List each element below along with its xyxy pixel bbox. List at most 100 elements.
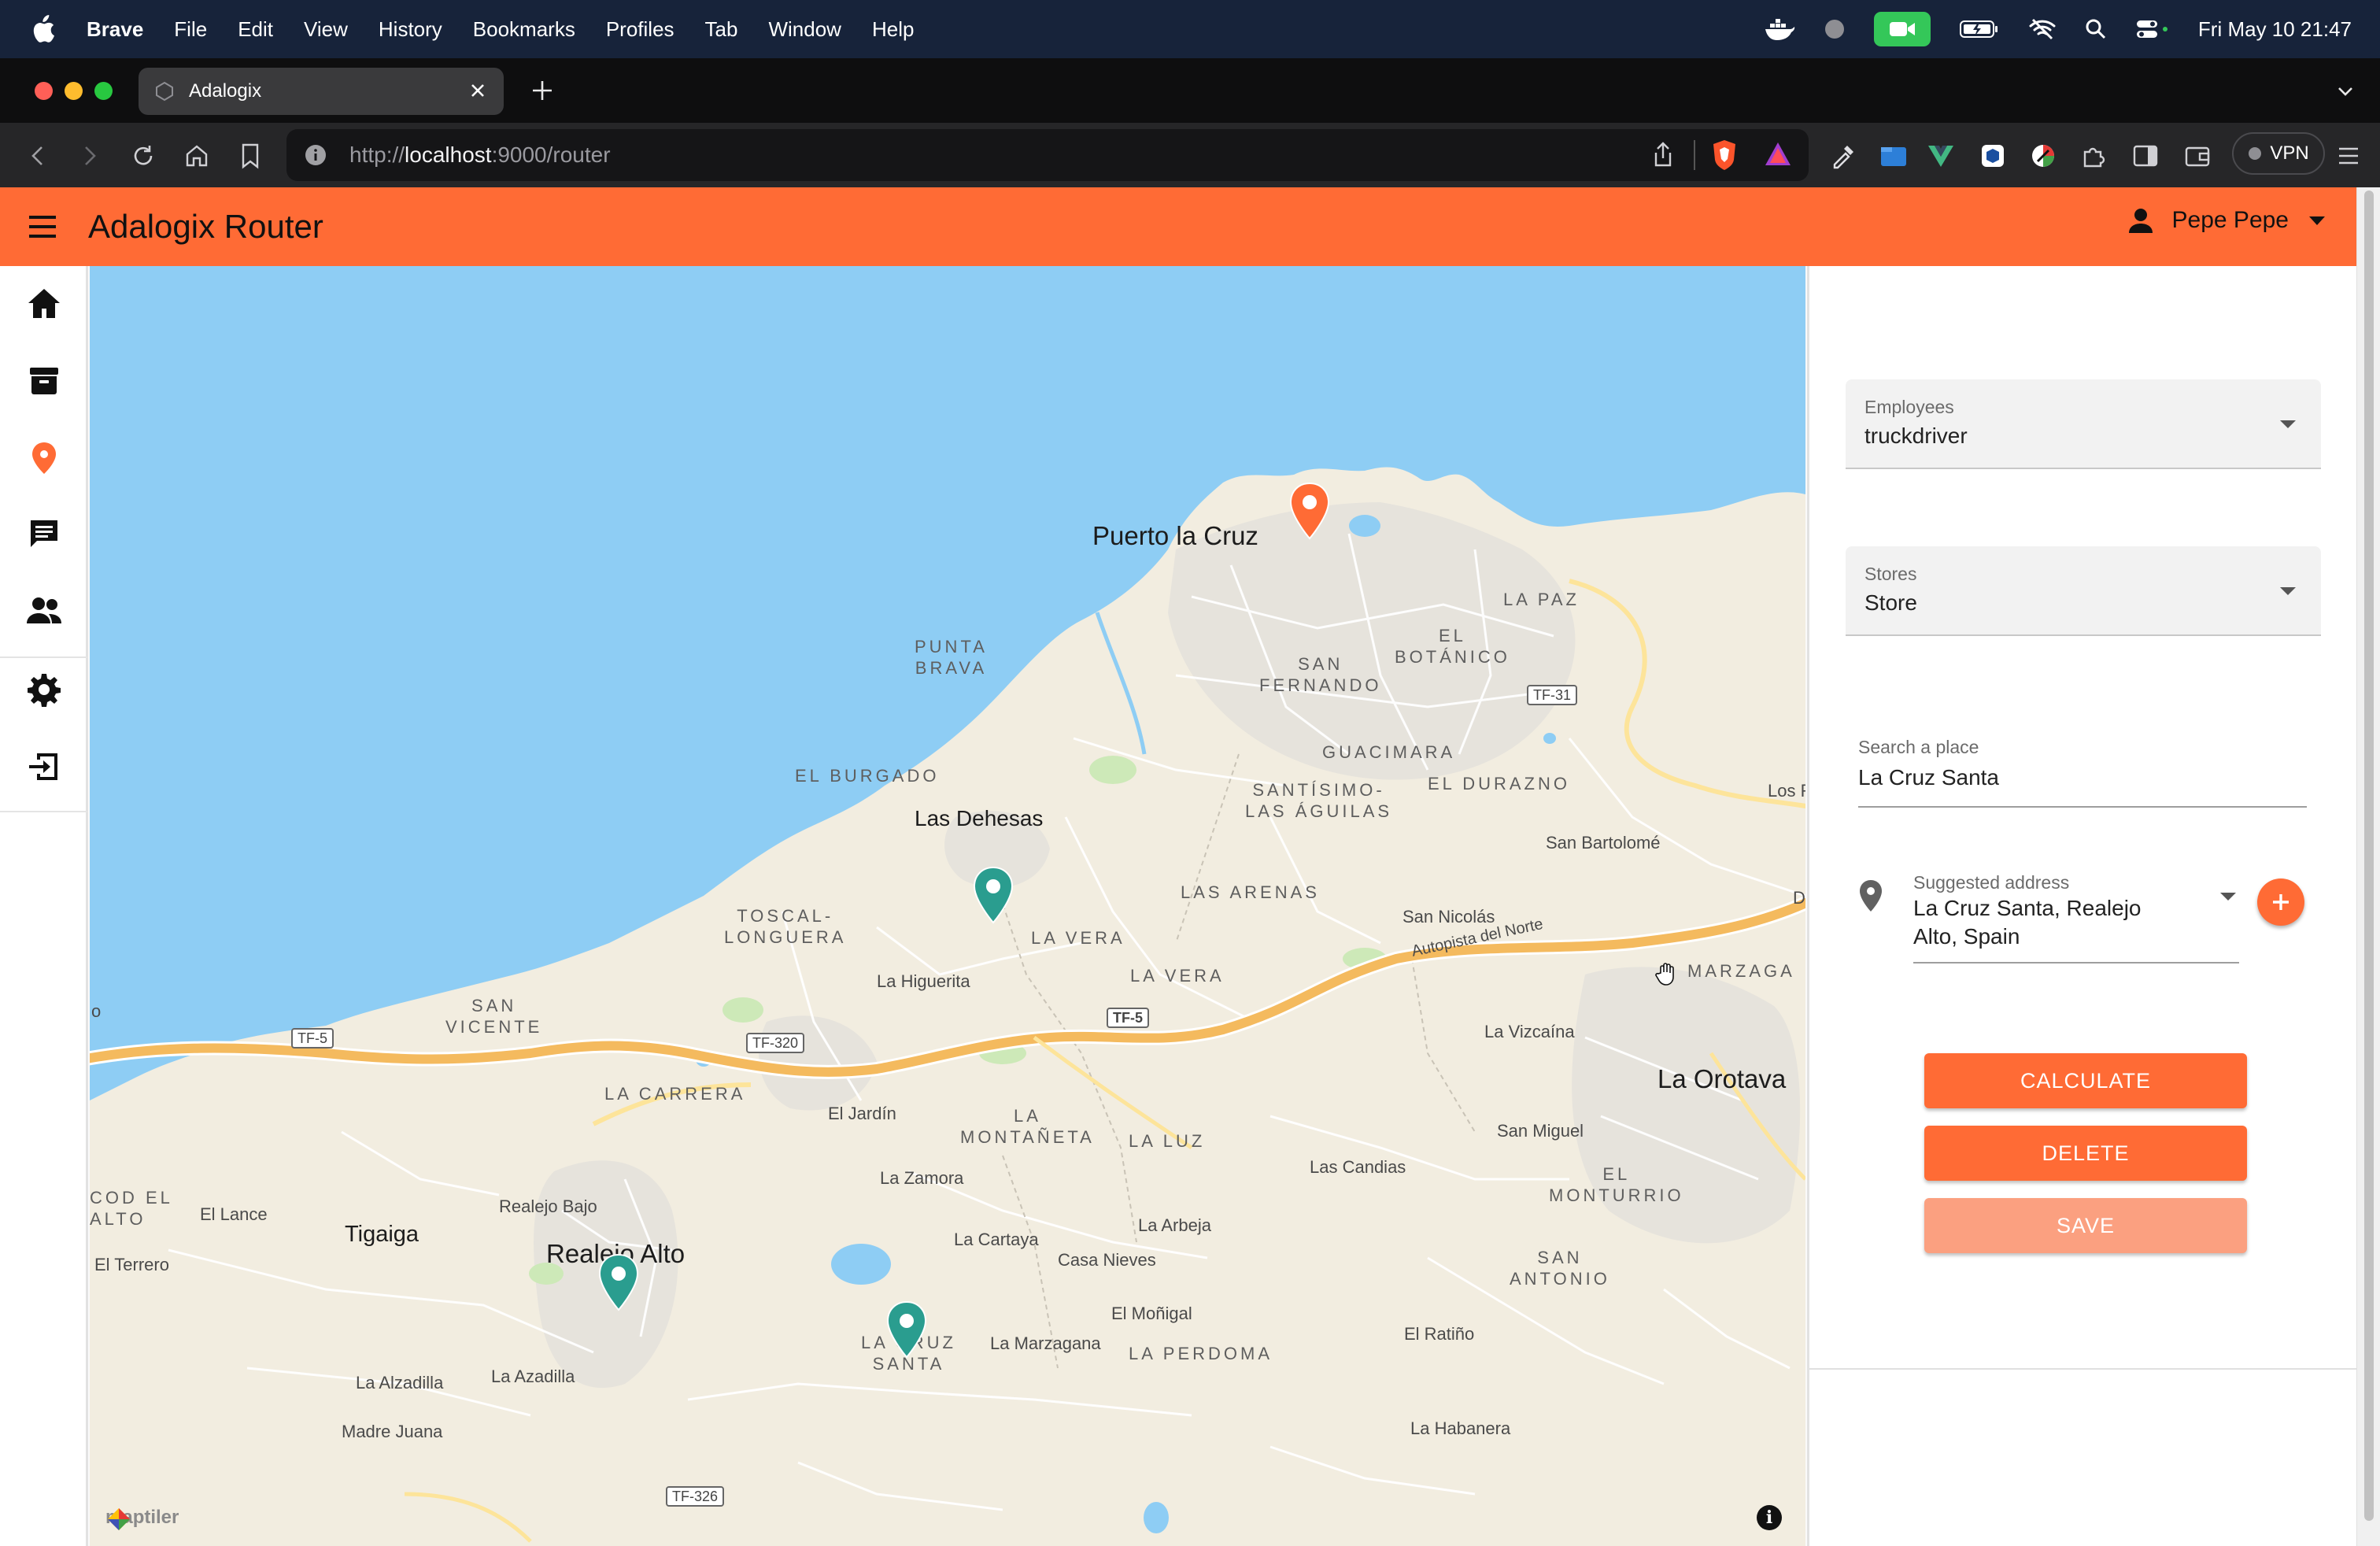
route-map[interactable]: Puerto la Cruz PUNTA BRAVA LA PAZ EL BOTÁN… bbox=[90, 266, 1805, 1546]
battery-icon[interactable] bbox=[1959, 19, 2000, 39]
map-label: EL MONTURRIO bbox=[1549, 1163, 1684, 1206]
tab-list-chevron-icon[interactable] bbox=[2334, 80, 2356, 106]
extension-cube-icon[interactable] bbox=[1975, 139, 2010, 173]
save-button[interactable]: SAVE bbox=[1924, 1198, 2247, 1253]
share-icon[interactable] bbox=[1651, 142, 1675, 168]
user-menu[interactable]: Pepe Pepe bbox=[2127, 206, 2328, 235]
map-label: Tigaiga bbox=[345, 1222, 419, 1247]
employees-select[interactable]: Employees truckdriver bbox=[1846, 379, 2321, 469]
hamburger-menu-icon[interactable] bbox=[27, 211, 58, 246]
apple-logo-icon[interactable] bbox=[30, 15, 61, 43]
stop-marker[interactable] bbox=[885, 1300, 929, 1360]
map-label: El Terrero bbox=[94, 1255, 169, 1274]
url-path: :9000/router bbox=[491, 142, 611, 167]
map-label: Los R bbox=[1768, 781, 1805, 801]
stop-marker[interactable] bbox=[971, 866, 1015, 926]
maptiler-logo-icon bbox=[108, 1508, 130, 1530]
app-title: Adalogix Router bbox=[88, 208, 323, 245]
sidebar-toggle-icon[interactable] bbox=[2128, 139, 2163, 173]
camera-in-use-icon[interactable] bbox=[1873, 12, 1931, 46]
maptiler-logo[interactable]: maptiler bbox=[105, 1507, 179, 1530]
window-zoom-button[interactable] bbox=[94, 82, 113, 100]
eyedropper-extension-icon[interactable] bbox=[1826, 139, 1861, 173]
nav-logout[interactable] bbox=[19, 742, 69, 792]
menu-profiles[interactable]: Profiles bbox=[606, 17, 674, 42]
bookmark-icon[interactable] bbox=[233, 139, 268, 173]
brave-rewards-icon[interactable] bbox=[1763, 140, 1793, 168]
map-attribution-info-icon[interactable]: i bbox=[1757, 1505, 1782, 1530]
search-place-input[interactable]: Search a place La Cruz Santa bbox=[1858, 737, 2307, 808]
vue-devtools-icon[interactable] bbox=[1924, 139, 1958, 173]
menu-window[interactable]: Window bbox=[768, 17, 841, 42]
menu-edit[interactable]: Edit bbox=[238, 17, 273, 42]
menu-bookmarks[interactable]: Bookmarks bbox=[473, 17, 575, 42]
reload-icon[interactable] bbox=[126, 139, 161, 173]
nav-home[interactable] bbox=[19, 279, 69, 329]
map-label: LA MONTAÑETA bbox=[960, 1105, 1095, 1148]
suggested-address-select[interactable]: Suggested address La Cruz Santa, Realejo… bbox=[1913, 872, 2239, 963]
menu-file[interactable]: File bbox=[174, 17, 207, 42]
colorful-extension-icon[interactable] bbox=[2026, 139, 2060, 173]
map-label: SAN ANTONIO bbox=[1510, 1247, 1610, 1289]
site-info-icon[interactable] bbox=[304, 143, 327, 167]
nav-settings[interactable] bbox=[19, 664, 69, 715]
menu-app-name[interactable]: Brave bbox=[87, 17, 143, 42]
road-shield: TF-5 bbox=[1107, 1008, 1149, 1028]
forward-icon[interactable] bbox=[72, 139, 107, 173]
map-label-line: SAN bbox=[1298, 654, 1343, 674]
docker-icon[interactable] bbox=[1764, 17, 1795, 41]
back-icon[interactable] bbox=[20, 139, 55, 173]
stores-select[interactable]: Stores Store bbox=[1846, 546, 2321, 636]
add-address-button[interactable] bbox=[2257, 878, 2304, 926]
map-label: COD EL ALTO bbox=[90, 1187, 173, 1230]
wifi-off-icon[interactable] bbox=[2028, 17, 2057, 41]
search-place-value[interactable]: La Cruz Santa bbox=[1858, 765, 1999, 790]
grab-cursor-icon bbox=[1655, 963, 1674, 986]
map-label: San Nicolás bbox=[1402, 907, 1495, 926]
nav-archive[interactable] bbox=[19, 356, 69, 406]
map-label: Puerto la Cruz bbox=[1092, 521, 1258, 550]
nav-messages[interactable] bbox=[19, 509, 69, 559]
url-text[interactable]: http://localhost:9000/router bbox=[349, 142, 611, 168]
stop-marker[interactable] bbox=[597, 1253, 641, 1313]
map-label: LA PERDOMA bbox=[1129, 1344, 1273, 1363]
browser-tab-active[interactable]: Adalogix bbox=[139, 68, 504, 115]
menu-help[interactable]: Help bbox=[872, 17, 914, 42]
browser-menu-icon[interactable] bbox=[2331, 139, 2366, 173]
window-close-button[interactable] bbox=[35, 82, 53, 100]
calculate-button[interactable]: CALCULATE bbox=[1924, 1053, 2247, 1108]
map-label: EL DURAZNO bbox=[1428, 774, 1570, 793]
menu-history[interactable]: History bbox=[379, 17, 442, 42]
page-scrollbar-thumb[interactable] bbox=[2364, 190, 2374, 1521]
extensions-puzzle-icon[interactable] bbox=[2076, 139, 2111, 173]
gear-icon bbox=[28, 674, 61, 707]
menu-view[interactable]: View bbox=[304, 17, 348, 42]
menu-tab[interactable]: Tab bbox=[705, 17, 738, 42]
map-label-line: ALTO bbox=[90, 1209, 146, 1229]
map-label-line: BOTÁNICO bbox=[1395, 647, 1510, 667]
home-icon[interactable] bbox=[179, 139, 214, 173]
map-label-line: EL bbox=[1438, 626, 1466, 645]
map-label: PUNTA BRAVA bbox=[915, 636, 988, 679]
nav-router[interactable] bbox=[19, 433, 69, 483]
focus-status-icon[interactable] bbox=[1824, 18, 1846, 40]
nav-employees[interactable] bbox=[19, 586, 69, 636]
new-tab-icon[interactable] bbox=[526, 74, 559, 111]
address-bar[interactable]: http://localhost:9000/router bbox=[286, 129, 1809, 181]
origin-store-marker[interactable] bbox=[1288, 482, 1332, 542]
window-minimize-button[interactable] bbox=[65, 82, 83, 100]
control-center-icon[interactable] bbox=[2135, 18, 2170, 40]
folder-extension-icon[interactable] bbox=[1876, 139, 1911, 173]
tab-close-icon[interactable] bbox=[466, 79, 490, 108]
vpn-button[interactable]: VPN bbox=[2232, 132, 2325, 175]
map-label: o bbox=[91, 1001, 102, 1021]
map-label: La Azadilla bbox=[491, 1367, 575, 1386]
spotlight-search-icon[interactable] bbox=[2085, 18, 2107, 40]
map-label: SAN VICENTE bbox=[445, 995, 542, 1037]
menu-bar-clock[interactable]: Fri May 10 21:47 bbox=[2198, 17, 2352, 42]
wallet-icon[interactable] bbox=[2180, 139, 2215, 173]
delete-button[interactable]: DELETE bbox=[1924, 1126, 2247, 1181]
map-label: EL BURGADO bbox=[795, 766, 940, 786]
map-label-line: MONTURRIO bbox=[1549, 1185, 1684, 1205]
brave-shields-icon[interactable] bbox=[1709, 139, 1739, 172]
